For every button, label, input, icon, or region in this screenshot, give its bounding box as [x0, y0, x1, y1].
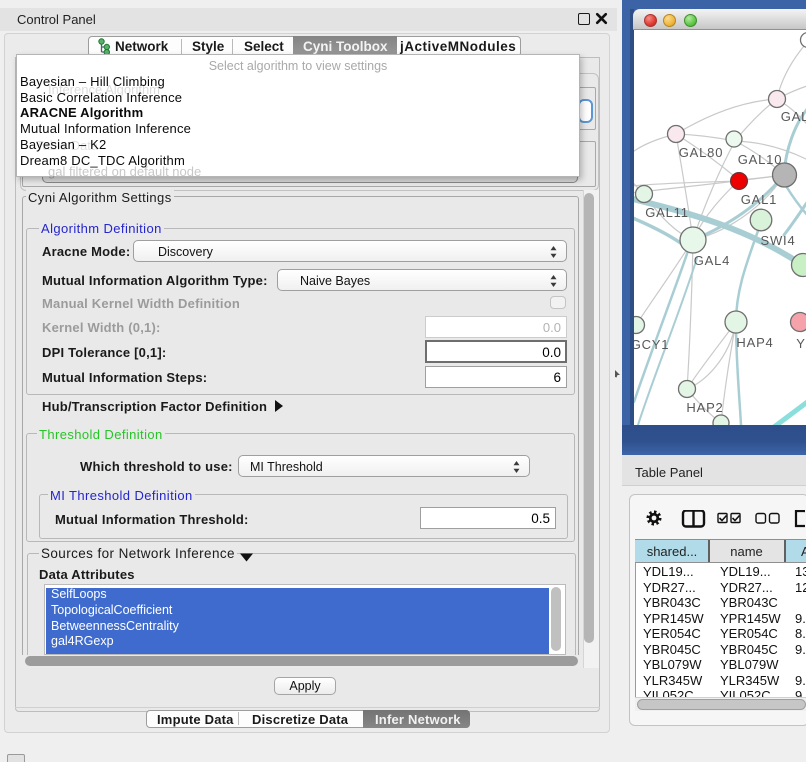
svg-text:HAP2: HAP2 [686, 400, 723, 415]
svg-text:Y: Y [796, 336, 805, 351]
svg-text:GAL80: GAL80 [679, 145, 723, 160]
svg-text:GCY1: GCY1 [634, 337, 669, 352]
svg-text:GAL11: GAL11 [645, 205, 689, 220]
svg-text:GAL1: GAL1 [741, 192, 777, 207]
svg-text:HAP4: HAP4 [736, 335, 773, 350]
svg-text:SWI4: SWI4 [761, 233, 796, 248]
svg-text:GAL4: GAL4 [694, 253, 730, 268]
svg-text:GAL10: GAL10 [738, 152, 782, 167]
svg-text:GAL7: GAL7 [781, 109, 806, 124]
